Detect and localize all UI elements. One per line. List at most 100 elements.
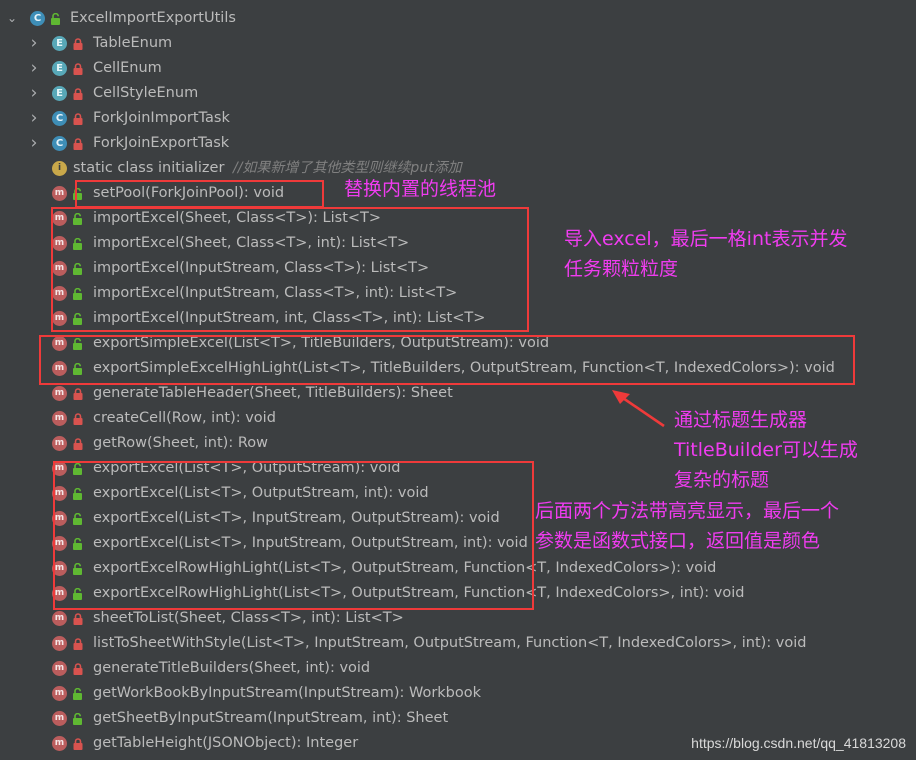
tree-row-label: generateTitleBuilders(Sheet, int): void (93, 660, 371, 676)
annotation-title-3: 复杂的标题 (674, 469, 770, 491)
method-icon: m (52, 336, 67, 351)
tree-row-label: createCell(Row, int): void (93, 410, 276, 426)
tree-row[interactable]: m exportSimpleExcel(List<T>, TitleBuilder… (0, 331, 916, 356)
tree-row[interactable]: m importExcel(InputStream, Class<T>, int)… (0, 281, 916, 306)
method-icon: m (52, 586, 67, 601)
unlock-icon (72, 463, 84, 475)
tree-row-label: importExcel(InputStream, Class<T>, int):… (93, 285, 458, 301)
lock-icon (72, 63, 84, 75)
tree-row[interactable]: m sheetToList(Sheet, Class<T>, int): List… (0, 606, 916, 631)
unlock-icon (72, 313, 84, 325)
annotation-highlight-2: 参数是函数式接口，返回值是颜色 (535, 530, 821, 552)
tree-row[interactable]: › E TableEnum (0, 31, 916, 56)
method-icon: m (52, 436, 67, 451)
lock-icon (72, 438, 84, 450)
method-icon: m (52, 261, 67, 276)
lock-icon (72, 38, 84, 50)
tree-row[interactable]: m getWorkBookByInputStream(InputStream): … (0, 681, 916, 706)
method-icon: m (52, 486, 67, 501)
lock-icon (72, 388, 84, 400)
unlock-icon (72, 363, 84, 375)
tree-row[interactable]: › C ForkJoinExportTask (0, 131, 916, 156)
method-icon: m (52, 411, 67, 426)
tree-root-label: ExcelImportExportUtils (70, 10, 236, 26)
unlock-icon (72, 213, 84, 225)
tree-row-label: listToSheetWithStyle(List<T>, InputStrea… (93, 635, 807, 651)
tree-row[interactable]: › E CellStyleEnum (0, 81, 916, 106)
lock-icon (72, 738, 84, 750)
annotation-pool: 替换内置的线程池 (344, 178, 497, 200)
method-icon: m (52, 711, 67, 726)
unlock-icon (72, 713, 84, 725)
tree-row-label: importExcel(InputStream, int, Class<T>, … (93, 310, 486, 326)
lock-icon (72, 613, 84, 625)
unlock-icon (72, 263, 84, 275)
unlock-icon (72, 288, 84, 300)
method-icon: m (52, 286, 67, 301)
tree-row-label: exportExcel(List<T>, InputStream, Output… (93, 510, 500, 526)
method-icon: m (52, 511, 67, 526)
lock-icon (72, 138, 84, 150)
chevron-right-icon[interactable]: › (28, 106, 40, 131)
tree-row[interactable]: m exportExcelRowHighLight(List<T>, Output… (0, 556, 916, 581)
tree-row[interactable]: m exportExcelRowHighLight(List<T>, Output… (0, 581, 916, 606)
method-icon: m (52, 186, 67, 201)
method-icon: m (52, 386, 67, 401)
method-icon: m (52, 236, 67, 251)
method-icon: m (52, 361, 67, 376)
tree-row-label: ForkJoinImportTask (93, 110, 230, 126)
method-icon: m (52, 311, 67, 326)
method-icon: m (52, 561, 67, 576)
tree-row[interactable]: m getSheetByInputStream(InputStream, int)… (0, 706, 916, 731)
tree-row-label: importExcel(Sheet, Class<T>): List<T> (93, 210, 382, 226)
lock-icon (72, 663, 84, 675)
tree-row-label: importExcel(InputStream, Class<T>): List… (93, 260, 430, 276)
lock-icon (72, 113, 84, 125)
enum-icon: E (52, 36, 67, 51)
tree-row-label: exportExcel(List<T>, OutputStream): void (93, 460, 401, 476)
tree-row[interactable]: m importExcel(InputStream, int, Class<T>,… (0, 306, 916, 331)
annotation-highlight-1: 后面两个方法带高亮显示，最后一个 (535, 500, 840, 522)
tree-row[interactable]: m importExcel(InputStream, Class<T>): Lis… (0, 256, 916, 281)
tree-row-label: exportExcelRowHighLight(List<T>, OutputS… (93, 560, 717, 576)
annotation-title-2: TitleBuilder可以生成 (674, 439, 858, 461)
enum-icon: E (52, 86, 67, 101)
method-icon: m (52, 636, 67, 651)
unlock-icon (50, 13, 62, 25)
chevron-right-icon[interactable]: › (28, 56, 40, 81)
method-icon: m (52, 661, 67, 676)
tree-row-label: exportSimpleExcel(List<T>, TitleBuilders… (93, 335, 550, 351)
unlock-icon (72, 188, 84, 200)
tree-row[interactable]: › E CellEnum (0, 56, 916, 81)
method-icon: m (52, 461, 67, 476)
tree-row[interactable]: m exportSimpleExcelHighLight(List<T>, Tit… (0, 356, 916, 381)
tree-row[interactable]: m generateTableHeader(Sheet, TitleBuilder… (0, 381, 916, 406)
tree-row[interactable]: › C ForkJoinImportTask (0, 106, 916, 131)
chevron-right-icon[interactable]: › (28, 31, 40, 56)
tree-row-label: getSheetByInputStream(InputStream, int):… (93, 710, 449, 726)
chevron-down-icon[interactable]: ⌄ (6, 6, 18, 31)
unlock-icon (72, 238, 84, 250)
method-icon: m (52, 536, 67, 551)
unlock-icon (72, 513, 84, 525)
unlock-icon (72, 688, 84, 700)
annotation-import-1: 导入excel，最后一格int表示并发 (564, 228, 848, 250)
class-icon: C (30, 11, 45, 26)
tree-row-label: exportExcel(List<T>, OutputStream, int):… (93, 485, 429, 501)
tree-row-label: exportSimpleExcelHighLight(List<T>, Titl… (93, 360, 835, 376)
unlock-icon (72, 338, 84, 350)
chevron-right-icon[interactable]: › (28, 131, 40, 156)
tree-row-label: TableEnum (93, 35, 173, 51)
tree-row[interactable]: m generateTitleBuilders(Sheet, int): void (0, 656, 916, 681)
unlock-icon (72, 563, 84, 575)
tree-row[interactable]: m listToSheetWithStyle(List<T>, InputStre… (0, 631, 916, 656)
tree-row-label: static class initializer (73, 160, 225, 176)
lock-icon (72, 413, 84, 425)
method-icon: m (52, 686, 67, 701)
tree-root-row[interactable]: ⌄ C ExcelImportExportUtils (0, 6, 916, 31)
annotation-arrow (612, 390, 665, 428)
tree-row-label: getRow(Sheet, int): Row (93, 435, 268, 451)
method-icon: m (52, 736, 67, 751)
chevron-right-icon[interactable]: › (28, 81, 40, 106)
method-icon: m (52, 211, 67, 226)
